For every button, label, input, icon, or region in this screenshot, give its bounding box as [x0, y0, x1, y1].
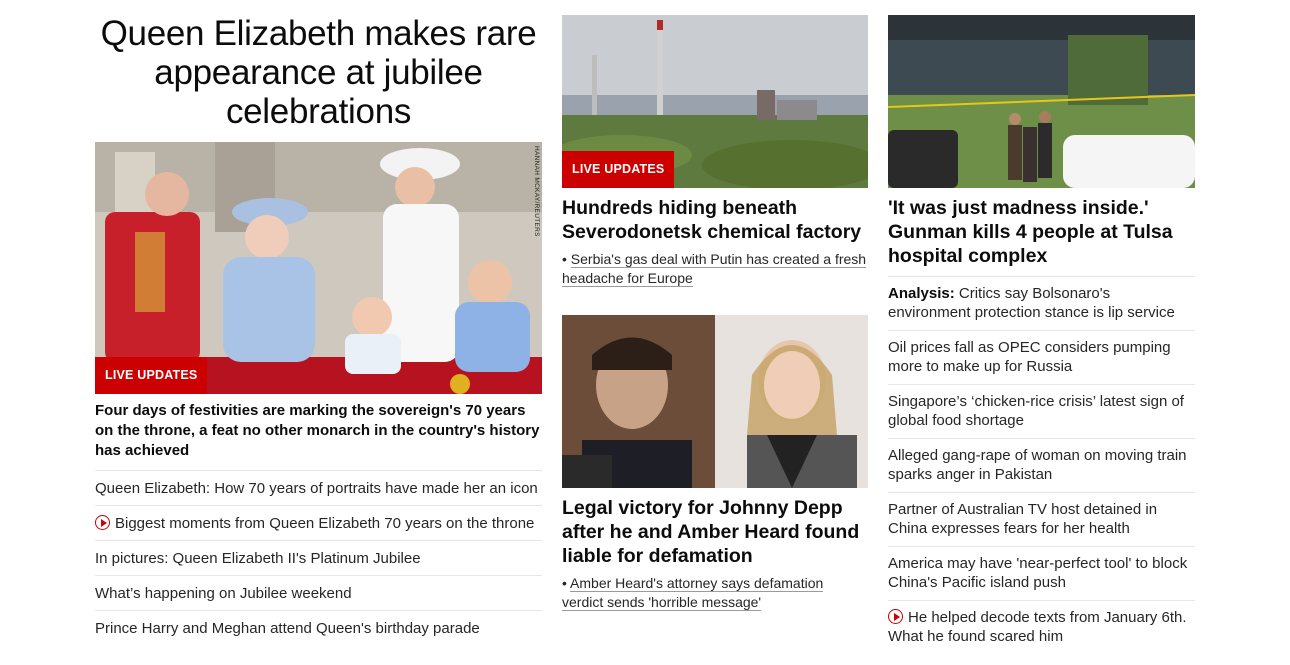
more-stories-list: Analysis: Critics say Bolsonaro's enviro… — [888, 276, 1195, 654]
story-link-item[interactable]: He helped decode texts from January 6th.… — [888, 601, 1195, 654]
depp-heard-photo — [562, 315, 868, 488]
live-updates-badge: LIVE UPDATES — [95, 357, 208, 394]
story-link-item[interactable]: Partner of Australian TV host detained i… — [888, 493, 1195, 547]
depp-heard-sub-link[interactable]: • Amber Heard's attorney says defamation… — [562, 574, 868, 612]
story-link-item[interactable]: America may have 'near-perfect tool' to … — [888, 547, 1195, 601]
tulsa-hospital-scene-photo — [888, 15, 1195, 188]
right-column: 'It was just madness inside.' Gunman kil… — [888, 0, 1195, 654]
depp-heard-story-image[interactable] — [562, 315, 868, 488]
story-link-item[interactable]: Oil prices fall as OPEC considers pumpin… — [888, 331, 1195, 385]
factory-headline[interactable]: Hundreds hiding beneath Severodonetsk ch… — [562, 196, 868, 244]
tulsa-story-image[interactable] — [888, 15, 1195, 188]
story-link-item[interactable]: Singapore’s ‘chicken-rice crisis’ latest… — [888, 385, 1195, 439]
main-story-lead[interactable]: Four days of festivities are marking the… — [95, 401, 542, 471]
play-video-icon — [95, 515, 110, 530]
related-link-item[interactable]: In pictures: Queen Elizabeth II's Platin… — [95, 541, 542, 576]
live-updates-badge: LIVE UPDATES — [562, 151, 675, 188]
depp-heard-headline[interactable]: Legal victory for Johnny Depp after he a… — [562, 496, 868, 568]
story-link-item[interactable]: Analysis: Critics say Bolsonaro's enviro… — [888, 277, 1195, 331]
factory-story-image[interactable]: LIVE UPDATES — [562, 15, 868, 188]
related-link-item[interactable]: Queen Elizabeth: How 70 years of portrai… — [95, 471, 542, 506]
tulsa-headline[interactable]: 'It was just madness inside.' Gunman kil… — [888, 196, 1195, 268]
play-video-icon — [888, 609, 903, 624]
image-credit: HANNAH MCKAY/REUTERS — [533, 146, 540, 237]
story-link-item[interactable]: Alleged gang-rape of woman on moving tra… — [888, 439, 1195, 493]
main-story-image[interactable]: HANNAH MCKAY/REUTERS LIVE UPDATES — [95, 142, 542, 394]
related-link-item[interactable]: Prince Harry and Meghan attend Queen's b… — [95, 611, 542, 645]
related-link-item[interactable]: Biggest moments from Queen Elizabeth 70 … — [95, 506, 542, 541]
main-headline[interactable]: Queen Elizabeth makes rare appearance at… — [95, 14, 542, 131]
main-story-column: Queen Elizabeth makes rare appearance at… — [95, 0, 542, 645]
related-link-item[interactable]: What’s happening on Jubilee weekend — [95, 576, 542, 611]
middle-column: LIVE UPDATES Hundreds hiding beneath Sev… — [562, 0, 868, 612]
factory-sub-link[interactable]: • Serbia's gas deal with Putin has creat… — [562, 250, 868, 288]
related-links: Queen Elizabeth: How 70 years of portrai… — [95, 471, 542, 645]
